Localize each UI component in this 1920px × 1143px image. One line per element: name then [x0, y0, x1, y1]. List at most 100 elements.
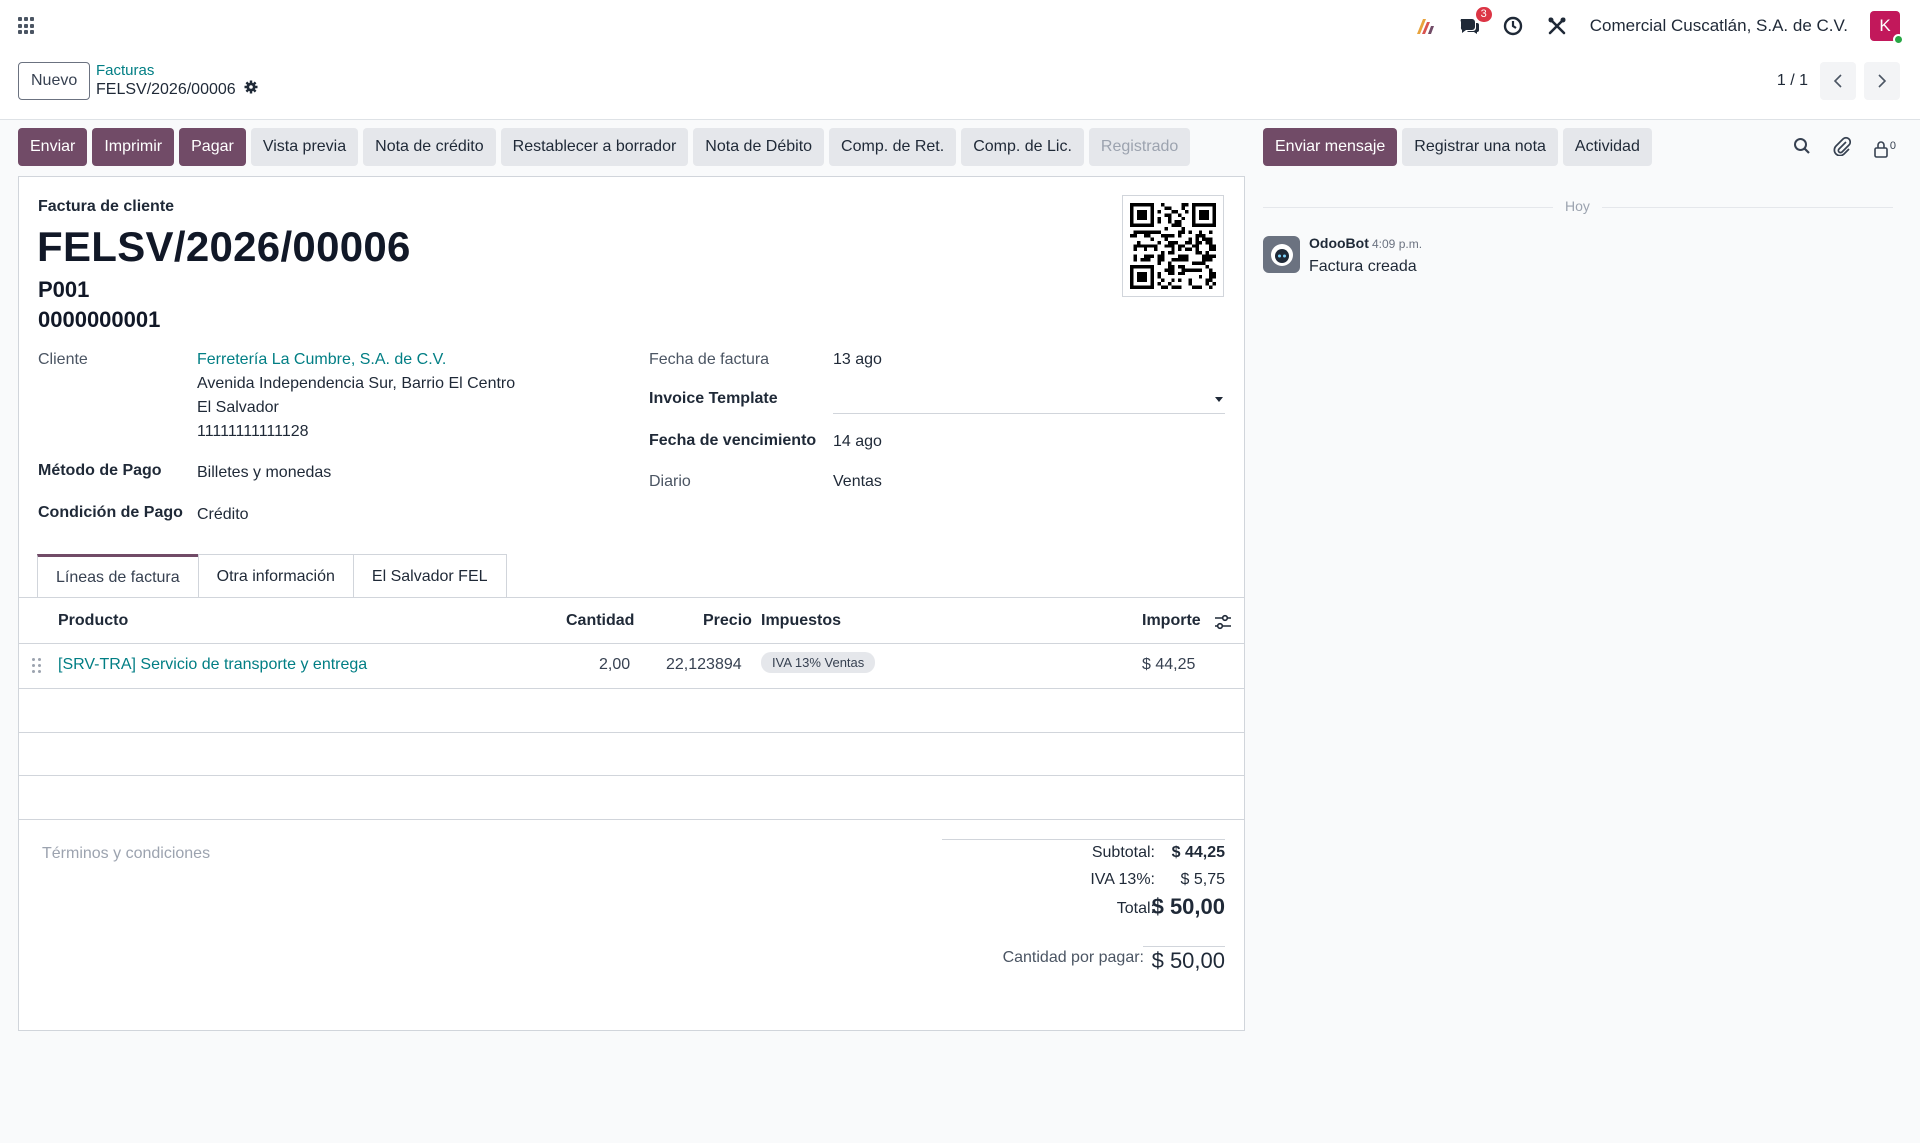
column-taxes[interactable]: Impuestos: [761, 612, 841, 630]
journal-field[interactable]: Ventas: [833, 473, 882, 491]
followers-count: 0: [1889, 139, 1896, 152]
customer-street: Avenida Independencia Sur, Barrio El Cen…: [197, 375, 516, 392]
breadcrumb: Facturas FELSV/2026/00006: [96, 62, 258, 100]
reset-to-draft-button[interactable]: Restablecer a borrador: [500, 128, 689, 166]
total-value: $ 50,00: [1151, 894, 1225, 919]
journal-label: Diario: [649, 473, 691, 490]
gear-icon[interactable]: [244, 80, 258, 100]
breadcrumb-invoices-link[interactable]: Facturas: [96, 62, 258, 80]
comp-ret-button[interactable]: Comp. de Ret.: [829, 128, 957, 166]
invoice-template-label: Invoice Template: [649, 390, 778, 407]
due-date-field[interactable]: 14 ago: [833, 433, 882, 451]
caret-down-icon[interactable]: [1215, 397, 1223, 402]
qr-code: [1122, 195, 1224, 297]
control-panel: Nuevo Facturas FELSV/2026/00006 1 / 1: [0, 52, 1920, 120]
online-status-dot: [1893, 34, 1904, 45]
chatter-tools: 0: [1793, 136, 1896, 161]
line-product[interactable]: [SRV-TRA] Servicio de transporte y entre…: [58, 656, 367, 674]
followers-icon[interactable]: 0: [1873, 140, 1896, 158]
tab-el-salvador-fel[interactable]: El Salvador FEL: [352, 554, 507, 598]
chatter-day-label: Hoy: [1553, 198, 1602, 214]
line-quantity[interactable]: 2,00: [599, 656, 630, 674]
document-type: Factura de cliente: [38, 198, 175, 215]
payment-condition-label: Condición de Pago: [38, 504, 183, 521]
user-initial: K: [1879, 16, 1891, 35]
line-amount: $ 44,25: [1142, 656, 1196, 673]
drag-handle-icon[interactable]: [32, 658, 42, 674]
messages-icon[interactable]: 3: [1458, 7, 1492, 37]
due-date-label: Fecha de vencimiento: [649, 432, 817, 449]
invoice-template-select[interactable]: [833, 413, 1225, 414]
top-navbar: 3 Comercial Cuscatlán, S.A. de C.V. K: [0, 0, 1920, 52]
chevron-left-icon: [1833, 74, 1842, 88]
tab-other-info[interactable]: Otra información: [197, 554, 354, 598]
customer-label: Cliente: [38, 351, 88, 368]
form-action-bar: Enviar Imprimir Pagar Vista previa Nota …: [18, 128, 1191, 166]
tax-value: $ 5,75: [1180, 871, 1225, 888]
table-row-empty[interactable]: [19, 776, 1244, 820]
apps-menu-icon[interactable]: [18, 17, 36, 35]
new-button[interactable]: Nuevo: [18, 62, 91, 100]
customer-vat: 11111111111128: [197, 423, 309, 440]
invoice-form-sheet: Factura de cliente FELSV/2026/00006 P001…: [18, 176, 1245, 1031]
terms-conditions-field[interactable]: Términos y condiciones: [42, 845, 210, 863]
messages-badge: 3: [1475, 7, 1492, 22]
status-registered: Registrado: [1088, 128, 1191, 166]
invoice-number: FELSV/2026/00006: [37, 223, 411, 270]
tab-invoice-lines[interactable]: Líneas de factura: [37, 554, 199, 598]
column-amount[interactable]: Importe: [1142, 612, 1201, 630]
send-message-button[interactable]: Enviar mensaje: [1263, 128, 1398, 166]
credit-note-button[interactable]: Nota de crédito: [363, 128, 496, 166]
breadcrumb-current: FELSV/2026/00006: [96, 80, 258, 100]
invoice-series: P001: [38, 277, 90, 302]
message-author[interactable]: OdooBot: [1309, 235, 1369, 251]
payment-condition-field[interactable]: Crédito: [197, 506, 249, 524]
log-note-button[interactable]: Registrar una nota: [1402, 128, 1558, 166]
comp-lic-button[interactable]: Comp. de Lic.: [961, 128, 1084, 166]
send-button[interactable]: Enviar: [18, 128, 88, 166]
payment-method-field[interactable]: Billetes y monedas: [197, 464, 331, 482]
customer-country: El Salvador: [197, 399, 279, 416]
table-row-empty[interactable]: [19, 733, 1244, 776]
line-price[interactable]: 22,123894: [666, 656, 742, 674]
column-price[interactable]: Precio: [703, 612, 752, 630]
print-button[interactable]: Imprimir: [92, 128, 175, 166]
notebook-tabs: Líneas de factura Otra información El Sa…: [37, 554, 507, 598]
search-icon[interactable]: [1793, 137, 1811, 160]
user-avatar[interactable]: K: [1870, 11, 1904, 45]
company-switcher[interactable]: Comercial Cuscatlán, S.A. de C.V.: [1590, 16, 1848, 36]
pay-button[interactable]: Pagar: [179, 128, 246, 166]
message-body: Factura creada: [1309, 258, 1417, 275]
invoice-date-label: Fecha de factura: [649, 351, 770, 368]
table-row[interactable]: [SRV-TRA] Servicio de transporte y entre…: [19, 644, 1244, 689]
column-quantity[interactable]: Cantidad: [566, 612, 634, 630]
amount-due-value: $ 50,00: [1151, 948, 1225, 973]
debit-note-button[interactable]: Nota de Débito: [693, 128, 825, 166]
table-row-empty[interactable]: [19, 689, 1244, 733]
subtotal-value: $ 44,25: [1171, 844, 1225, 861]
column-product[interactable]: Producto: [58, 612, 128, 630]
line-tax-tag: IVA 13% Ventas: [761, 652, 876, 673]
customer-link[interactable]: Ferretería La Cumbre, S.A. de C.V.: [197, 351, 446, 369]
paperclip-icon[interactable]: [1833, 136, 1851, 161]
chevron-right-icon: [1878, 74, 1887, 88]
activity-button[interactable]: Actividad: [1562, 128, 1652, 166]
preview-button[interactable]: Vista previa: [250, 128, 359, 166]
payment-method-label: Método de Pago: [38, 462, 162, 479]
tools-icon[interactable]: [1546, 15, 1568, 37]
optional-columns-icon[interactable]: [1214, 614, 1232, 635]
pager-previous-button[interactable]: [1820, 62, 1856, 100]
invoice-date-field[interactable]: 13 ago: [833, 351, 882, 369]
activity-clock-icon[interactable]: [1502, 15, 1524, 37]
navbar-systray: 3 Comercial Cuscatlán, S.A. de C.V. K: [1414, 7, 1904, 45]
breadcrumb-current-label: FELSV/2026/00006: [96, 81, 236, 98]
pager-next-button[interactable]: [1864, 62, 1900, 100]
chatter-action-bar: Enviar mensaje Registrar una nota Activi…: [1263, 128, 1652, 166]
ai-icon[interactable]: [1414, 15, 1436, 37]
odoobot-avatar: [1263, 236, 1300, 273]
amount-due-divider: [1143, 946, 1225, 947]
pager-value[interactable]: 1 / 1: [1777, 72, 1808, 90]
lines-table-header: Producto Cantidad Precio Impuestos Impor…: [19, 598, 1244, 644]
invoice-correlative: 0000000001: [38, 307, 161, 332]
message-time: 4:09 p.m.: [1372, 237, 1423, 251]
